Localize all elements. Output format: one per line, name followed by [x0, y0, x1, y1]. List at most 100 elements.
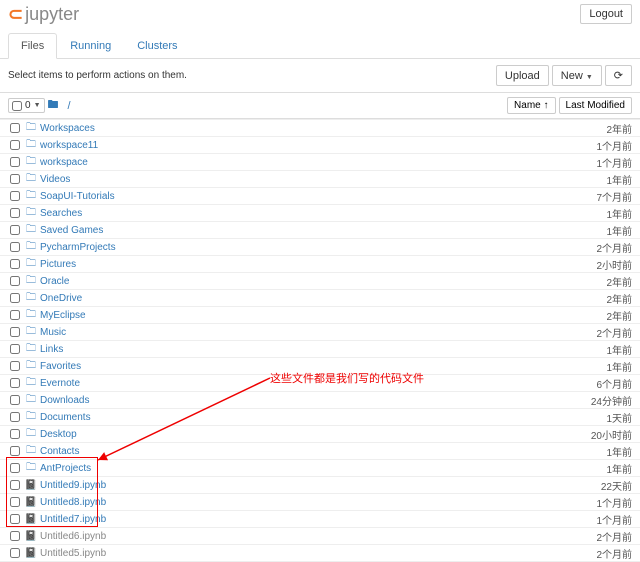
- tab-clusters[interactable]: Clusters: [124, 33, 190, 59]
- item-name[interactable]: Oracle: [40, 276, 69, 287]
- item-name[interactable]: Pictures: [40, 259, 76, 270]
- item-name[interactable]: OneDrive: [40, 293, 82, 304]
- row-checkbox[interactable]: [10, 344, 20, 354]
- item-name[interactable]: SoapUI-Tutorials: [40, 191, 115, 202]
- refresh-button[interactable]: ⟳: [605, 65, 632, 86]
- folder-icon: 🗀: [24, 341, 38, 358]
- logout-button[interactable]: Logout: [580, 4, 632, 24]
- row-checkbox[interactable]: [10, 174, 20, 184]
- row-checkbox[interactable]: [10, 412, 20, 422]
- list-item: 🗀workspace111个月前: [0, 137, 640, 154]
- folder-icon: 🗀: [24, 443, 38, 460]
- folder-icon: 🗀: [24, 358, 38, 375]
- item-name[interactable]: Videos: [40, 174, 70, 185]
- folder-icon: 🗀: [24, 392, 38, 409]
- folder-icon: 🗀: [24, 171, 38, 188]
- breadcrumb[interactable]: /: [68, 100, 71, 112]
- list-item: 🗀PycharmProjects2个月前: [0, 239, 640, 256]
- item-name[interactable]: Desktop: [40, 429, 77, 440]
- item-name[interactable]: workspace: [40, 157, 88, 168]
- list-item: 🗀Desktop20小时前: [0, 426, 640, 443]
- list-item: 🗀Videos1年前: [0, 171, 640, 188]
- row-checkbox[interactable]: [10, 463, 20, 473]
- name-column[interactable]: Name ↑: [507, 97, 555, 114]
- folder-icon: 🗀: [24, 426, 38, 443]
- row-checkbox[interactable]: [10, 429, 20, 439]
- item-modified: 7个月前: [596, 189, 632, 204]
- list-item: 🗀Workspaces2年前: [0, 120, 640, 137]
- item-name[interactable]: Untitled9.ipynb: [40, 480, 106, 491]
- row-checkbox[interactable]: [10, 446, 20, 456]
- row-checkbox[interactable]: [10, 497, 20, 507]
- item-name[interactable]: Untitled5.ipynb: [40, 548, 106, 559]
- item-name[interactable]: Contacts: [40, 446, 79, 457]
- chevron-down-icon: ▼: [34, 102, 41, 109]
- item-name[interactable]: Favorites: [40, 361, 81, 372]
- header: ⊂ jupyter Logout: [0, 0, 640, 33]
- item-name[interactable]: AntProjects: [40, 463, 91, 474]
- row-checkbox[interactable]: [10, 480, 20, 490]
- row-checkbox[interactable]: [10, 361, 20, 371]
- logo-text: jupyter: [25, 4, 79, 25]
- row-checkbox[interactable]: [10, 293, 20, 303]
- item-name[interactable]: Evernote: [40, 378, 80, 389]
- row-checkbox[interactable]: [10, 276, 20, 286]
- folder-icon: 🗀: [24, 375, 38, 392]
- list-item: 🗀Music2个月前: [0, 324, 640, 341]
- item-name[interactable]: Workspaces: [40, 123, 95, 134]
- new-button[interactable]: New ▼: [552, 65, 602, 86]
- item-name[interactable]: Documents: [40, 412, 91, 423]
- item-name[interactable]: Music: [40, 327, 66, 338]
- item-modified: 6个月前: [596, 376, 632, 391]
- tab-files[interactable]: Files: [8, 33, 57, 59]
- tab-running[interactable]: Running: [57, 33, 124, 59]
- tabs: FilesRunningClusters: [0, 33, 640, 59]
- folder-icon: 🗀: [24, 256, 38, 273]
- list-item: 🗀Downloads24分钟前: [0, 392, 640, 409]
- jupyter-icon: ⊂: [8, 4, 23, 25]
- list-item: 🗀MyEclipse2年前: [0, 307, 640, 324]
- list-item: 🗀Pictures2小时前: [0, 256, 640, 273]
- row-checkbox[interactable]: [10, 548, 20, 558]
- item-name[interactable]: Links: [40, 344, 63, 355]
- list-item: 📓Untitled9.ipynb22天前: [0, 477, 640, 494]
- item-modified: 1年前: [606, 223, 632, 238]
- upload-button[interactable]: Upload: [496, 65, 549, 86]
- row-checkbox[interactable]: [10, 208, 20, 218]
- item-name[interactable]: workspace11: [40, 140, 98, 151]
- row-checkbox[interactable]: [10, 327, 20, 337]
- item-name[interactable]: MyEclipse: [40, 310, 86, 321]
- item-name[interactable]: Searches: [40, 208, 82, 219]
- item-name[interactable]: Downloads: [40, 395, 89, 406]
- row-checkbox[interactable]: [10, 123, 20, 133]
- row-checkbox[interactable]: [10, 191, 20, 201]
- row-checkbox[interactable]: [10, 395, 20, 405]
- notebook-icon: 📓: [24, 497, 38, 508]
- logo[interactable]: ⊂ jupyter: [8, 4, 79, 25]
- row-checkbox[interactable]: [10, 514, 20, 524]
- item-modified: 1个月前: [596, 138, 632, 153]
- item-name[interactable]: Untitled8.ipynb: [40, 497, 106, 508]
- item-name[interactable]: PycharmProjects: [40, 242, 116, 253]
- select-all-checkbox[interactable]: [12, 101, 22, 111]
- item-modified: 2个月前: [596, 325, 632, 340]
- item-modified: 1年前: [606, 342, 632, 357]
- item-name[interactable]: Saved Games: [40, 225, 103, 236]
- row-checkbox[interactable]: [10, 157, 20, 167]
- row-checkbox[interactable]: [10, 531, 20, 541]
- row-checkbox[interactable]: [10, 225, 20, 235]
- row-checkbox[interactable]: [10, 378, 20, 388]
- folder-icon: 🗀: [24, 154, 38, 171]
- modified-column[interactable]: Last Modified: [559, 97, 632, 114]
- row-checkbox[interactable]: [10, 310, 20, 320]
- row-checkbox[interactable]: [10, 259, 20, 269]
- item-name[interactable]: Untitled6.ipynb: [40, 531, 106, 542]
- item-modified: 1年前: [606, 359, 632, 374]
- select-all[interactable]: 0 ▼: [8, 98, 45, 113]
- action-bar: Select items to perform actions on them.…: [0, 59, 640, 92]
- list-item: 📓Untitled8.ipynb1个月前: [0, 494, 640, 511]
- row-checkbox[interactable]: [10, 140, 20, 150]
- item-name[interactable]: Untitled7.ipynb: [40, 514, 106, 525]
- item-modified: 1年前: [606, 461, 632, 476]
- row-checkbox[interactable]: [10, 242, 20, 252]
